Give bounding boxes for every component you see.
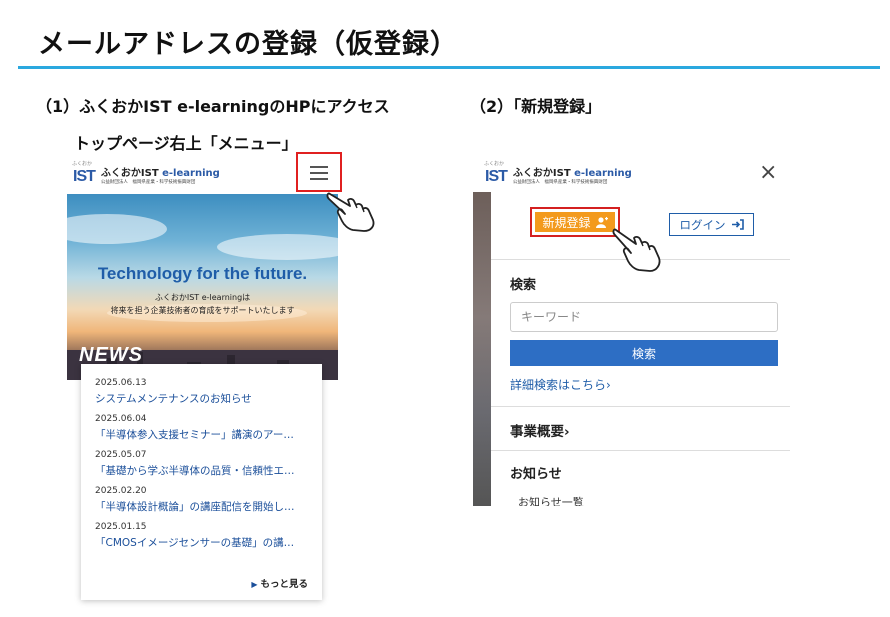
menu-screenshot: ふくおか IST ふくおかIST e-learning 公益財団法人 福岡県産業・… (473, 158, 790, 506)
homepage-screenshot: ふくおか IST ふくおかIST e-learning 公益財団法人 福岡県産業・… (67, 152, 342, 600)
logo-name-en: e-learning (162, 167, 220, 179)
hero-subtext-1: ふくおかIST e-learningは (154, 293, 251, 302)
news-title[interactable]: システムメンテナンスのお知らせ (95, 391, 320, 406)
menu-icon-bar (310, 172, 328, 174)
news-title[interactable]: 「CMOSイメージセンサーの基礎」の講… (95, 535, 320, 550)
menu-icon-bar (310, 178, 328, 180)
logo-mark: ふくおか IST (484, 161, 508, 185)
site-header: ふくおか IST ふくおかIST e-learning 公益財団法人 福岡県産業・… (473, 158, 790, 192)
news-item[interactable]: 2025.02.20 「半導体設計概論」の講座配信を開始し… (95, 486, 320, 514)
hero-subtext-2: 将来を担う企業技術者の育成をサポートいたします (110, 306, 295, 315)
site-header: ふくおか IST ふくおかIST e-learning 公益財団法人 福岡県産業・… (67, 152, 342, 194)
site-logo[interactable]: ふくおか IST ふくおかIST e-learning 公益財団法人 福岡県産業・… (484, 161, 632, 186)
triangle-right-icon: ▶ (251, 580, 258, 589)
news-list: 2025.06.13 システムメンテナンスのお知らせ 2025.06.04 「半… (81, 364, 322, 600)
user-icon (595, 216, 608, 228)
news-item[interactable]: 2025.06.04 「半導体参入支援セミナー」講演のアー… (95, 414, 320, 442)
search-button[interactable]: 検索 (510, 340, 778, 366)
login-button[interactable]: ログイン (669, 213, 754, 236)
title-underline (18, 66, 880, 69)
login-icon (731, 219, 744, 230)
news-title[interactable]: 「半導体設計概論」の講座配信を開始し… (95, 499, 320, 514)
news-item[interactable]: 2025.06.13 システムメンテナンスのお知らせ (95, 378, 320, 406)
advanced-search-label: 詳細検索はこちら (510, 378, 607, 392)
site-logo[interactable]: ふくおか IST ふくおかIST e-learning 公益財団法人 福岡県産業・… (72, 161, 220, 186)
divider (491, 406, 790, 407)
close-icon[interactable]: × (759, 162, 777, 184)
search-button-label: 検索 (631, 346, 656, 361)
search-heading: 検索 (510, 278, 537, 293)
hand-pointer-icon (326, 192, 375, 232)
search-input[interactable] (510, 302, 778, 332)
news-item[interactable]: 2025.01.15 「CMOSイメージセンサーの基礎」の講… (95, 522, 320, 550)
page-title: メールアドレスの登録（仮登録） (38, 29, 458, 60)
news-date: 2025.01.15 (95, 522, 147, 532)
chevron-right-icon: › (564, 424, 570, 440)
chevron-right-icon: › (606, 378, 611, 392)
news-date: 2025.06.04 (95, 414, 147, 424)
notice-list-link[interactable]: お知らせ一覧 (518, 494, 584, 506)
register-label: 新規登録 (542, 215, 591, 230)
logo-mark: ふくおか IST (72, 161, 96, 185)
business-link[interactable]: 事業概要› (510, 420, 570, 440)
logo-name-jp: ふくおかIST (100, 167, 159, 179)
notice-heading: お知らせ (510, 467, 562, 482)
divider (491, 450, 790, 451)
logo-subtitle: 公益財団法人 福岡県産業・科学技術振興財団 (100, 179, 196, 185)
news-title[interactable]: 「半導体参入支援セミナー」講演のアー… (95, 427, 320, 442)
advanced-search-link[interactable]: 詳細検索はこちら› (510, 376, 611, 393)
hand-pointer-icon (612, 228, 661, 272)
more-label: もっと見る (260, 579, 308, 590)
logo-subtitle: 公益財団法人 福岡県産業・科学技術振興財団 (512, 179, 608, 185)
news-date: 2025.02.20 (95, 486, 147, 496)
register-button[interactable]: 新規登録 (530, 207, 620, 237)
business-label: 事業概要 (510, 424, 564, 440)
news-date: 2025.05.07 (95, 450, 147, 460)
news-date: 2025.06.13 (95, 378, 147, 388)
hero-headline: Technology for the future. (97, 264, 308, 283)
news-item[interactable]: 2025.05.07 「基礎から学ぶ半導体の品質・信頼性エ… (95, 450, 320, 478)
background-strip (473, 192, 491, 506)
step-1-label: （1）ふくおかIST e-learningのHPにアクセス (36, 97, 390, 116)
logo-name-en: e-learning (574, 167, 632, 179)
more-link[interactable]: ▶ もっと見る (251, 576, 308, 590)
logo-name-jp: ふくおかIST (512, 167, 571, 179)
menu-icon (310, 166, 328, 168)
step-1-sub-label: トップページ右上「メニュー」 (74, 134, 298, 153)
login-label: ログイン (679, 217, 726, 232)
news-title[interactable]: 「基礎から学ぶ半導体の品質・信頼性エ… (95, 463, 320, 478)
hero-banner: Technology for the future. ふくおかIST e-lea… (67, 194, 338, 380)
step-2-label: （2）「新規登録」 (470, 97, 602, 116)
